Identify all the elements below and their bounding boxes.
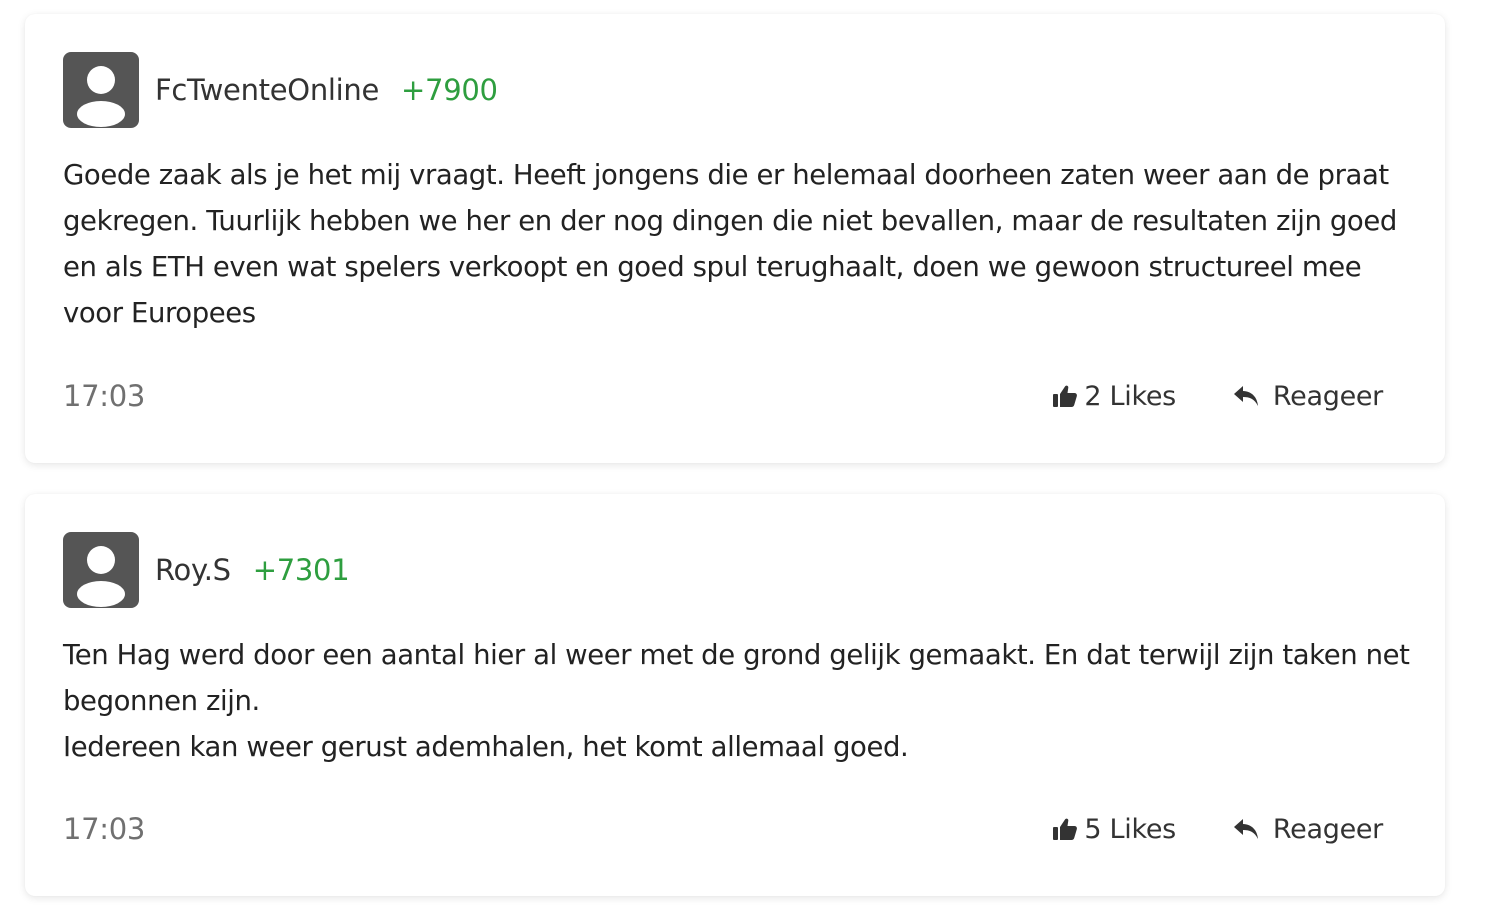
comment-header: Roy.S +7301 <box>63 532 350 608</box>
reply-button[interactable]: Reageer <box>1232 381 1383 412</box>
reply-arrow-icon <box>1232 817 1260 841</box>
comment-list: FcTwenteOnline +7900 Goede zaak als je h… <box>0 0 1488 917</box>
avatar[interactable] <box>63 52 139 128</box>
comment-footer: 17:03 2 Likes Reageer <box>63 376 1383 416</box>
like-count: 5 Likes <box>1084 813 1176 845</box>
reply-arrow-icon <box>1232 384 1260 408</box>
like-button[interactable]: 5 Likes <box>1052 814 1176 845</box>
reply-button[interactable]: Reageer <box>1232 814 1383 845</box>
like-count: 2 Likes <box>1084 380 1176 412</box>
thumbs-up-icon <box>1052 384 1078 408</box>
comment-header: FcTwenteOnline +7900 <box>63 52 498 128</box>
user-score: +7301 <box>252 553 350 587</box>
like-button[interactable]: 2 Likes <box>1052 381 1176 412</box>
comment-text: Ten Hag werd door een aantal hier al wee… <box>63 639 1410 763</box>
comment-text: Goede zaak als je het mij vraagt. Heeft … <box>63 159 1397 329</box>
comment-footer: 17:03 5 Likes Reageer <box>63 809 1383 849</box>
comment-card: FcTwenteOnline +7900 Goede zaak als je h… <box>25 14 1445 463</box>
comment-card: Roy.S +7301 Ten Hag werd door een aantal… <box>25 494 1445 896</box>
avatar[interactable] <box>63 532 139 608</box>
username[interactable]: FcTwenteOnline <box>155 73 379 107</box>
reply-label: Reageer <box>1272 380 1383 412</box>
user-silhouette-icon <box>77 66 125 127</box>
user-score: +7900 <box>401 73 498 107</box>
username[interactable]: Roy.S <box>155 553 231 587</box>
user-silhouette-icon <box>77 546 125 607</box>
comment-time: 17:03 <box>63 812 146 846</box>
thumbs-up-icon <box>1052 817 1078 841</box>
reply-label: Reageer <box>1272 813 1383 845</box>
comment-time: 17:03 <box>63 379 146 413</box>
